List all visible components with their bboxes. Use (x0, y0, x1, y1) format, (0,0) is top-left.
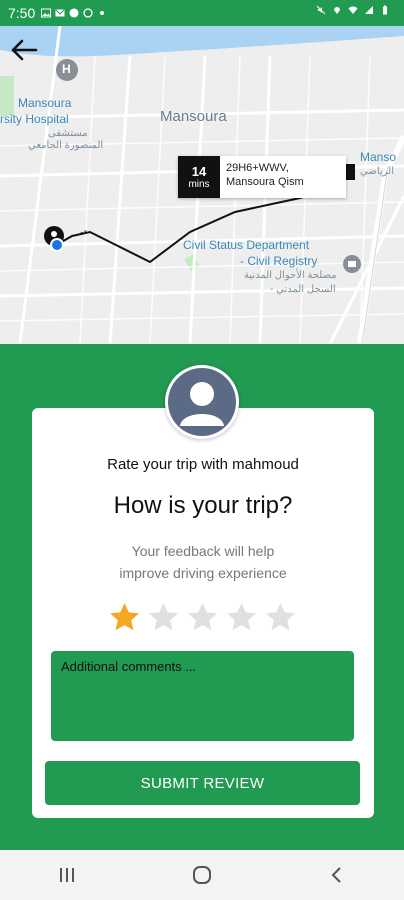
back-button[interactable] (10, 38, 42, 70)
system-nav-bar (0, 850, 404, 900)
map-label-civil-ar: مصلحة الأحوال المدنية (244, 270, 337, 281)
map-label-right: Manso (360, 150, 397, 164)
map-label-civil-registry: - Civil Registry (240, 254, 318, 268)
eta-address-line2: Mansoura Qism (226, 176, 304, 188)
rate-trip-title: Rate your trip with mahmoud (107, 456, 299, 473)
eta-time: 14 mins (178, 156, 220, 198)
place-pin-icon (343, 255, 361, 273)
star-filled-icon[interactable] (108, 601, 141, 634)
feedback-line1: Your feedback will help (131, 543, 275, 559)
map-label-hospital-ar-2: المنصورة الجامعي (28, 140, 104, 151)
map-label-mansoura: Mansoura (160, 108, 227, 125)
map-label-civil-status: Civil Status Department (183, 238, 310, 252)
star-rating[interactable] (108, 601, 297, 634)
map-label-hospital-2: rsity Hospital (0, 112, 69, 126)
arrow-left-icon (11, 39, 38, 61)
mail-icon (55, 9, 65, 17)
mute-icon (316, 5, 326, 15)
signal-icon (365, 6, 373, 14)
driver-avatar (165, 365, 239, 439)
submit-review-button[interactable]: SUBMIT REVIEW (45, 761, 360, 805)
additional-comments-input[interactable] (51, 651, 354, 741)
user-avatar-icon (168, 368, 236, 436)
back-nav-button[interactable] (317, 860, 357, 890)
location-icon (334, 7, 340, 14)
status-time: 7:50 (8, 5, 36, 21)
star-empty-icon[interactable] (147, 601, 180, 634)
eta-address-line1: 29H6+WWV, (226, 162, 289, 174)
origin-marker-icon (44, 226, 64, 252)
status-right-icons (316, 5, 390, 15)
map-label-right-ar: الرياضي (360, 166, 394, 177)
recent-apps-button[interactable] (47, 860, 87, 890)
map-view[interactable]: H Mansoura Mansoura rsity Hospital مستشف… (0, 26, 404, 344)
feedback-line2: improve driving experience (119, 565, 287, 581)
star-empty-icon[interactable] (264, 601, 297, 634)
home-icon (192, 866, 211, 884)
eta-minutes: 14 (191, 163, 207, 179)
hospital-marker-letter: H (62, 62, 71, 76)
messenger-icon (69, 8, 79, 18)
whatsapp-icon (83, 8, 93, 18)
star-empty-icon[interactable] (186, 601, 219, 634)
status-bar: 7:50 (0, 0, 404, 26)
map-label-civil-ar-2: - السجل المدني (270, 284, 336, 295)
dot-icon (100, 11, 105, 15)
eta-unit: mins (188, 178, 210, 190)
wifi-icon (348, 6, 358, 14)
image-icon (41, 8, 52, 18)
status-left-icons (41, 8, 107, 18)
recent-apps-icon (60, 868, 75, 882)
home-button[interactable] (182, 860, 222, 890)
map-label-hospital: Mansoura (18, 96, 72, 110)
chevron-left-icon (331, 867, 341, 883)
star-empty-icon[interactable] (225, 601, 258, 634)
eta-info-box: 14 mins 29H6+WWV, Mansoura Qism (178, 156, 346, 198)
eta-address: 29H6+WWV, Mansoura Qism (220, 156, 310, 198)
feedback-text: Your feedback will help improve driving … (32, 540, 374, 584)
trip-question: How is your trip? (113, 492, 293, 519)
map-label-hospital-ar: مستشفى (48, 128, 88, 139)
battery-icon (383, 5, 387, 15)
